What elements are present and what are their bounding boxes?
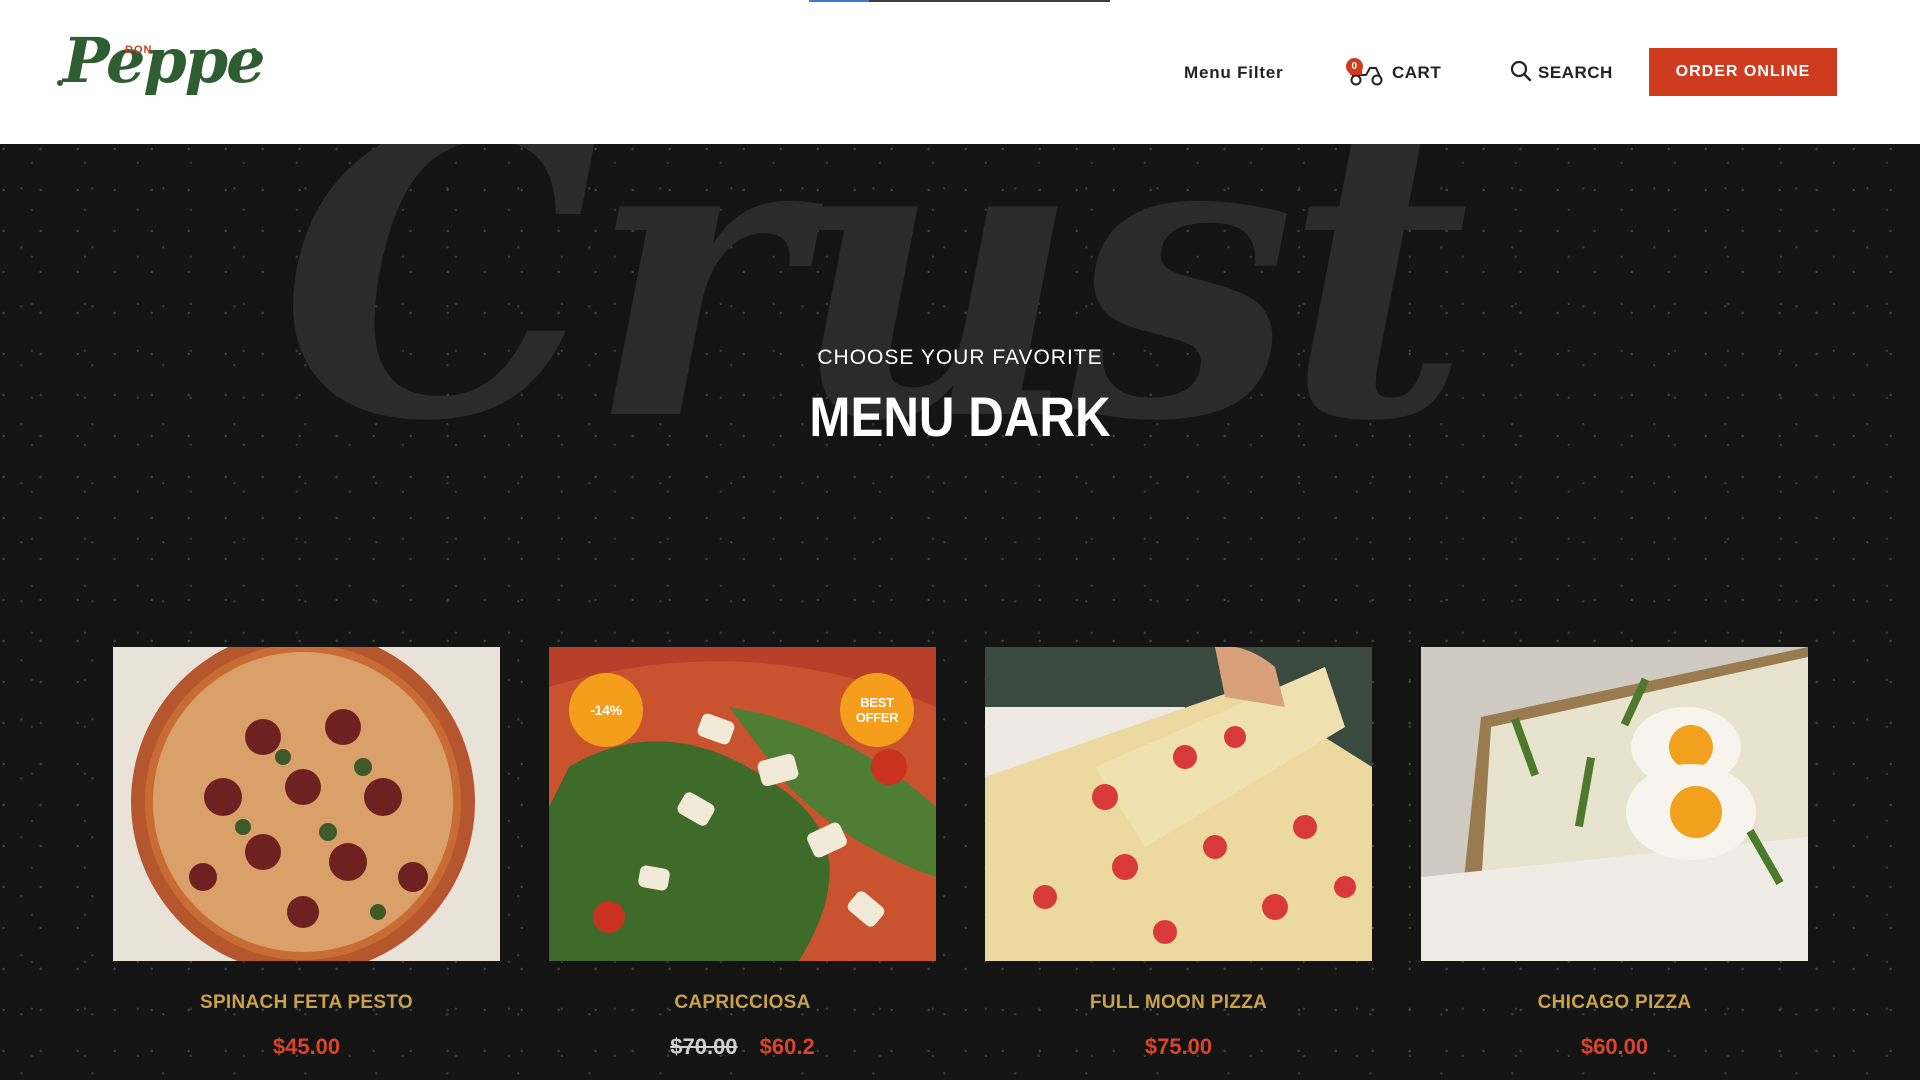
product-price: $45.00: [113, 1034, 500, 1060]
product-card[interactable]: SPINACH FETA PESTO $45.00: [113, 647, 500, 1080]
product-image[interactable]: [113, 647, 500, 961]
product-image[interactable]: [1421, 647, 1808, 961]
cart-count-badge: 0: [1346, 58, 1363, 75]
product-price: $60.00: [1421, 1034, 1808, 1060]
product-current-price: $60.00: [1580, 1034, 1649, 1059]
menu-filter-label: Menu Filter: [1184, 63, 1284, 82]
search-label: SEARCH: [1538, 63, 1613, 82]
cart-link[interactable]: 0 CART: [1346, 58, 1442, 86]
menu-filter-link[interactable]: Menu Filter: [1184, 60, 1283, 86]
search-icon: [1510, 60, 1532, 87]
site-header: Peppe DON Menu Filter 0 CART SEARCH ORDE…: [0, 0, 1920, 144]
best-offer-badge: BEST OFFER: [840, 673, 914, 747]
top-accent-bar: [809, 0, 1110, 2]
product-old-price: $70.00: [670, 1034, 738, 1059]
logo-dot: [251, 48, 257, 54]
section-title: MENU DARK: [809, 385, 1111, 448]
logo-name: Peppe: [63, 24, 266, 97]
product-card[interactable]: CHICAGO PIZZA $60.00: [1421, 647, 1808, 1080]
product-image[interactable]: [985, 647, 1372, 961]
product-current-price: $60.2: [759, 1034, 815, 1059]
product-name[interactable]: SPINACH FETA PESTO: [113, 992, 500, 1014]
product-current-price: $45.00: [272, 1034, 341, 1059]
product-card[interactable]: -14% BEST OFFER CAPRICCIOSA $70.00 $60.2: [549, 647, 936, 1080]
logo[interactable]: Peppe DON: [55, 18, 266, 118]
search-link[interactable]: SEARCH: [1510, 60, 1613, 86]
logo-dot: [57, 80, 63, 86]
product-price: $75.00: [985, 1034, 1372, 1060]
discount-badge: -14%: [569, 673, 643, 747]
cart-label: CART: [1392, 63, 1442, 82]
product-name[interactable]: FULL MOON PIZZA: [985, 992, 1372, 1014]
logo-prefix: DON: [125, 44, 153, 56]
product-name[interactable]: CAPRICCIOSA: [549, 992, 936, 1014]
product-price: $70.00 $60.2: [549, 1034, 936, 1060]
product-card[interactable]: FULL MOON PIZZA $75.00: [985, 647, 1372, 1080]
product-current-price: $75.00: [1144, 1034, 1213, 1059]
order-online-button[interactable]: ORDER ONLINE: [1649, 48, 1837, 96]
cart-scooter-icon: 0: [1346, 58, 1386, 86]
section-subtitle: CHOOSE YOUR FAVORITE: [817, 346, 1103, 369]
product-name[interactable]: CHICAGO PIZZA: [1421, 992, 1808, 1014]
menu-section: Crust CHOOSE YOUR FAVORITE MENU DARK SPI…: [0, 144, 1920, 1080]
